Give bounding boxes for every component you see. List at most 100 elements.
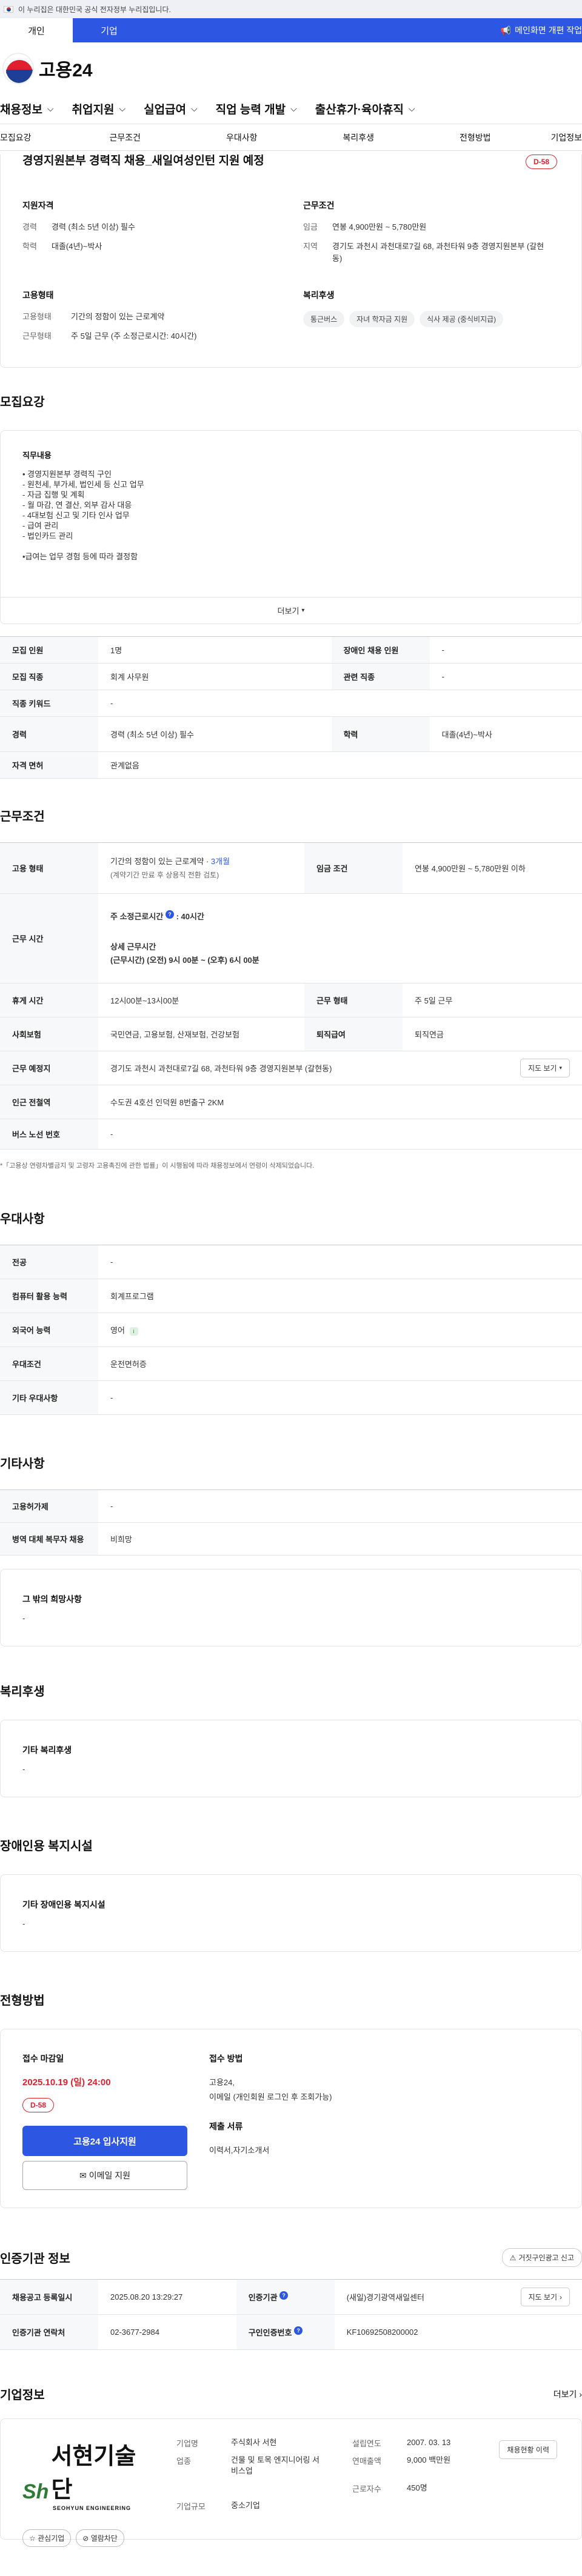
tab-recruit[interactable]: 모집요강 [0,131,67,144]
duty-title: 직무내용 [22,451,52,460]
tab-pref[interactable]: 우대사항 [184,131,301,144]
top-notice-text: 메인화면 개편 작업 [515,25,582,35]
info-value: 건물 및 토목 엔지니어링 서비스업 [231,2455,320,2475]
table-row: 고용 형태 기간의 정함이 있는 근로계약 · 3개월 (계약기간 만료 후 상… [0,842,582,894]
info-key [176,2483,231,2494]
top-notice[interactable]: 📢 메인화면 개편 작업 [501,18,582,42]
table-row: 근무 예정지 경기도 과천시 과천대로7길 68, 과천타워 9층 경영지원본부… [0,1051,582,1085]
table-cell: 운전면허증 [98,1346,582,1381]
more-label: 더보기 [277,607,299,616]
nav-item-support[interactable]: 취업지원 ⌵ [72,101,144,117]
table-cell: 경력 (최소 5년 이상) 필수 [98,716,332,752]
row-value: 연봉 4,900만원 ~ 5,780만원 [332,222,427,231]
nav-item-benefits[interactable]: 실업급여 ⌵ [144,101,216,117]
table-row: 버스 노선 번호 - [0,1119,582,1150]
table-header: 인증기관 ? [236,2279,335,2315]
tab-work[interactable]: 근무조건 [67,131,184,144]
table-cell: 관계없음 [98,751,582,779]
more-button[interactable]: 더보기 ▾ [1,597,581,624]
table-cell: - [98,1119,582,1150]
more-label: 더보기 [553,2389,577,2399]
row-key: 임금 [303,222,318,231]
dday-badge: D-58 [22,2098,55,2112]
nav-item-jobs[interactable]: 채용정보 ⌵ [0,101,72,117]
disab-box: 기타 장애인용 복지시설 - [0,1874,582,1952]
report-label: 거짓구인광고 신고 [518,2254,574,2262]
summary-row: 임금 연봉 4,900만원 ~ 5,780만원 [303,221,560,233]
table-cell: - [98,690,582,717]
table-cell: (새일)경기광역새일센터 지도 보기 › [334,2279,582,2315]
apply-button[interactable]: 고용24 입사지원 [22,2126,187,2156]
info-key: 설립연도 [352,2439,381,2448]
block-company-button[interactable]: ⊘ 열람차단 [76,2529,124,2547]
tab-company[interactable]: 기업정보 [534,131,582,144]
report-icon: ⚠ [509,2253,517,2262]
tab-apply[interactable]: 전형방법 [417,131,534,144]
table-header: 구인인증번호 ? [236,2314,335,2350]
info-badge-icon[interactable]: i [129,1327,138,1336]
table-cell: 1명 [98,636,332,664]
language: 영어 [110,1326,125,1335]
map-button-label: 지도 보기 [527,1064,557,1073]
info-value: 중소기업 [231,2501,260,2510]
welfare-chip: 식사 제공 (중식비지급) [420,311,504,327]
row-value: 경력 (최소 5년 이상) 필수 [52,222,135,231]
help-icon[interactable]: ? [294,2326,303,2335]
info-key: 업종 [176,2457,191,2466]
nav-label: 실업급여 [144,104,187,116]
tab-company[interactable]: 기업 [73,18,146,42]
table-header: 컴퓨터 활용 능력 [0,1279,98,1313]
chevron-down-icon: ⌵ [119,104,126,113]
etc-wish-title: 그 밖의 희망사항 [22,1594,82,1604]
nav-item-parental[interactable]: 출산휴가·육아휴직 ⌵ [315,101,433,117]
table-header: 채용공고 등록일시 [0,2279,98,2315]
apply-right: 접수 방법 고용24, 이메일 (개인회원 로그인 후 조회가능) 제출 서류 … [209,2052,560,2185]
chevron-down-icon: ⌵ [47,104,54,113]
welfare-chips: 통근버스 자녀 학자금 지원 식사 제공 (중식비지급) [303,311,560,327]
apply-section-title: 전형방법 [0,1994,45,2008]
table-cell: 주 5일 근무 [403,983,582,1017]
email-apply-button[interactable]: ✉ 이메일 지원 [22,2161,187,2190]
table-cell: 대졸(4년)~박사 [429,716,582,752]
company-card: Sh 서현기술단 SEOHYUN ENGINEERING ☆ 관심기업 ⊘ 열람차… [0,2418,582,2547]
qual-title: 지원자격 [22,201,54,210]
cert-map-button[interactable]: 지도 보기 › [520,2288,570,2306]
company-header: 기업정보 더보기 › [0,2385,582,2403]
help-icon[interactable]: ? [279,2291,289,2300]
user-type-bar: 개인 기업 📢 메인화면 개편 작업 [0,18,582,42]
tab-personal[interactable]: 개인 [0,18,73,42]
taegeuk-logo-icon[interactable] [2,52,34,84]
table-row: 컴퓨터 활용 능력 회계프로그램 [0,1279,582,1313]
duty-line: - 급여 관리 [22,521,59,530]
tab-welfare[interactable]: 복리후생 [300,131,417,144]
recruit-table: 모집 인원 1명 장애인 채용 인원 - 모집 직종 회계 사무원 관련 직종 - 직종 키… [0,636,582,779]
table-cell: 12시00분~13시00분 [98,983,305,1017]
info-key: 연매출액 [352,2457,381,2466]
welfare-chip: 자녀 학자금 지원 [349,311,415,327]
table-row: 고용허가제 - [0,1489,582,1523]
table-row: 휴게 시간 12시00분~13시00분 근무 형태 주 5일 근무 [0,983,582,1017]
summary-row: 지역 경기도 과천시 과천대로7길 68, 과천타워 9층 경영지원본부 (갈현동… [303,241,560,265]
table-header: 전공 [0,1245,98,1279]
table-cell: 2025.08.20 13:29:27 [98,2279,236,2315]
hiring-status-button[interactable]: 채용현황 이력 [499,2440,557,2459]
report-button[interactable]: ⚠ 거짓구인광고 신고 [501,2248,582,2267]
site-logo-text[interactable]: 고용24 [39,55,93,82]
header: 고용24 [0,42,582,94]
row-value: 대졸(4년)~박사 [52,242,102,251]
table-header: 퇴직급여 [304,1017,403,1051]
welfare-title: 복리후생 [303,290,335,300]
apply-left: 접수 마감일 2025.10.19 (일) 24:00 D-58 고용24 입사… [22,2052,187,2190]
company-more-link[interactable]: 더보기 › [554,2388,582,2400]
table-header: 기타 우대사항 [0,1380,98,1415]
favorite-company-button[interactable]: ☆ 관심기업 [22,2529,72,2547]
pref-section-title: 우대사항 [0,1213,45,1226]
table-cell: 회계프로그램 [98,1279,582,1313]
welfare-box: 기타 복리후생 - [0,1720,582,1797]
info-value [231,2483,352,2494]
map-button[interactable]: 지도 보기 ▾ [520,1059,570,1077]
nav-item-training[interactable]: 직업 능력 개발 ⌵ [216,101,315,117]
help-icon[interactable]: ? [165,910,174,919]
table-header: 고용 형태 [0,842,98,894]
table-header: 우대조건 [0,1346,98,1381]
